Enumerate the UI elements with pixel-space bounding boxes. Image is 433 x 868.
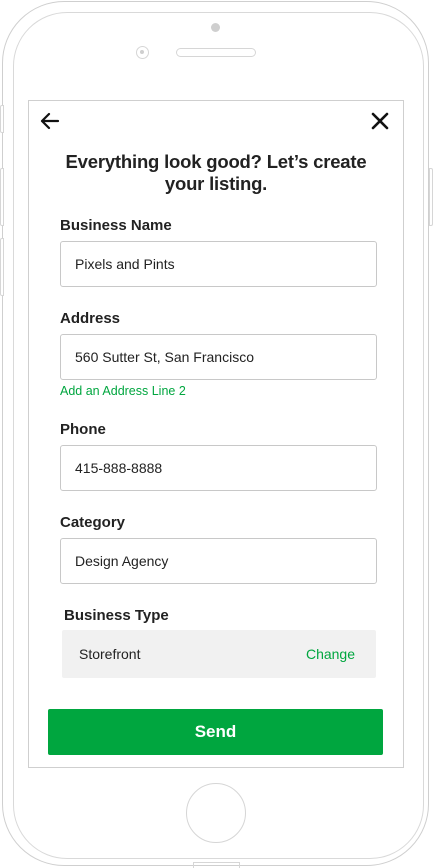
back-button[interactable] bbox=[37, 109, 63, 133]
power-button bbox=[429, 168, 433, 226]
business-name-field bbox=[60, 241, 377, 287]
close-icon bbox=[371, 112, 389, 130]
address-label: Address bbox=[60, 310, 121, 327]
address-input[interactable] bbox=[61, 335, 376, 379]
send-button[interactable]: Send bbox=[48, 709, 383, 755]
arrow-left-icon bbox=[40, 112, 60, 130]
phone-input[interactable] bbox=[61, 446, 376, 490]
add-address-line2-link[interactable]: Add an Address Line 2 bbox=[60, 384, 186, 398]
page-title: Everything look good? Let’s create your … bbox=[65, 151, 367, 194]
business-name-input[interactable] bbox=[61, 242, 376, 286]
earpiece-speaker bbox=[176, 48, 256, 57]
business-type-panel: Storefront Change bbox=[62, 630, 376, 678]
phone-label: Phone bbox=[60, 421, 106, 438]
change-business-type-link[interactable]: Change bbox=[306, 646, 355, 662]
listing-form-screen: Everything look good? Let’s create your … bbox=[28, 100, 404, 768]
mute-switch bbox=[0, 105, 4, 133]
category-field bbox=[60, 538, 377, 584]
volume-up-button bbox=[0, 168, 4, 226]
phone-field bbox=[60, 445, 377, 491]
phone-bottom-edge bbox=[193, 862, 240, 868]
category-label: Category bbox=[60, 514, 126, 531]
close-button[interactable] bbox=[369, 110, 391, 132]
business-type-value: Storefront bbox=[79, 646, 141, 662]
front-camera bbox=[211, 23, 220, 32]
business-type-label: Business Type bbox=[64, 607, 169, 624]
proximity-sensor bbox=[136, 46, 149, 59]
category-input[interactable] bbox=[61, 539, 376, 583]
business-name-label: Business Name bbox=[60, 217, 172, 234]
home-button[interactable] bbox=[186, 783, 246, 843]
volume-down-button bbox=[0, 238, 4, 296]
address-field bbox=[60, 334, 377, 380]
